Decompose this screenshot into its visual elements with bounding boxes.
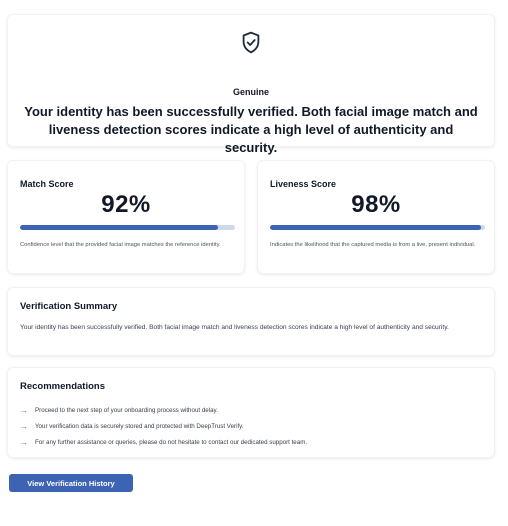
- recommendations-title: Recommendations: [20, 381, 105, 392]
- match-score-value: 92%: [101, 191, 151, 218]
- recommendations-list: → Proceed to the next step of your onboa…: [20, 402, 482, 450]
- arrow-right-icon: →: [20, 437, 28, 447]
- liveness-score-card: Liveness Score 98% Indicates the likelih…: [257, 160, 495, 274]
- summary-title: Verification Summary: [20, 301, 118, 312]
- match-score-bar-fill: [20, 225, 218, 230]
- match-score-bar: [20, 225, 235, 230]
- summary-text: Your identity has been successfully veri…: [20, 324, 449, 331]
- recommendation-text: Your verification data is securely store…: [35, 422, 244, 430]
- verification-summary-card: Verification Summary Your identity has b…: [7, 287, 495, 356]
- view-verification-history-button[interactable]: View Verification History: [9, 474, 133, 492]
- match-score-title: Match Score: [20, 179, 74, 189]
- recommendation-item: → Your verification data is securely sto…: [20, 418, 482, 434]
- result-card: Genuine Your identity has been successfu…: [7, 14, 495, 155]
- recommendation-text: For any further assistance or queries, p…: [35, 438, 308, 446]
- liveness-score-bar: [270, 225, 485, 230]
- status-label: Genuine: [232, 87, 269, 97]
- recommendation-text: Proceed to the next step of your onboard…: [35, 406, 218, 414]
- arrow-right-icon: →: [20, 421, 28, 431]
- result-message: Your identity has been successfully veri…: [24, 104, 478, 155]
- liveness-score-value: 98%: [351, 191, 401, 218]
- liveness-score-bar-fill: [270, 225, 481, 230]
- recommendation-item: → For any further assistance or queries,…: [20, 434, 482, 450]
- match-score-description: Confidence level that the provided facia…: [20, 242, 221, 248]
- recommendation-item: → Proceed to the next step of your onboa…: [20, 402, 482, 418]
- shield-check-icon: [8, 31, 494, 54]
- recommendations-card: Recommendations → Proceed to the next st…: [7, 367, 495, 458]
- arrow-right-icon: →: [20, 405, 28, 415]
- match-score-card: Match Score 92% Confidence level that th…: [7, 160, 245, 274]
- liveness-score-title: Liveness Score: [270, 179, 337, 189]
- liveness-score-description: Indicates the likelihood that the captur…: [270, 242, 476, 248]
